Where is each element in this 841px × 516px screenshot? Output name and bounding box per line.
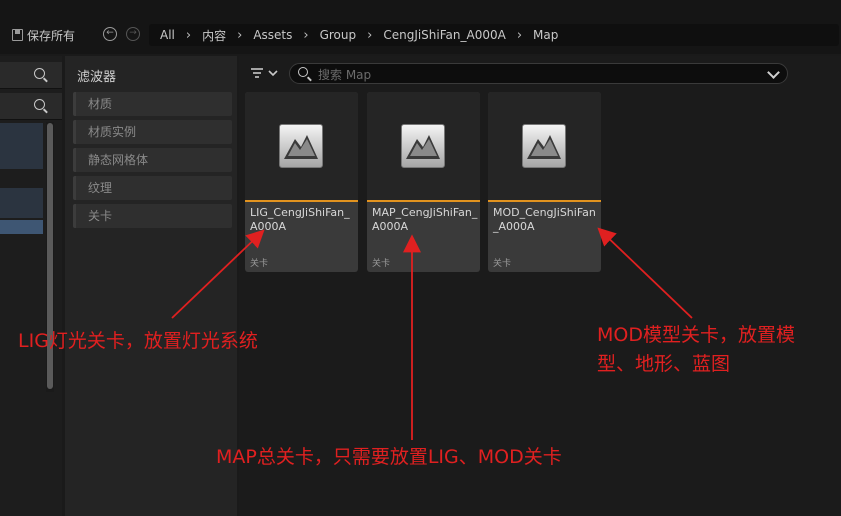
annotation-mod-line1: MOD模型关卡，放置模 bbox=[597, 324, 795, 346]
annotation-mod-line2: 型、地形、蓝图 bbox=[597, 353, 731, 375]
annotation-lig: LIG灯光关卡，放置灯光系统 bbox=[18, 330, 258, 352]
annotation-arrows bbox=[171, 227, 693, 440]
annotation-map: MAP总关卡，只需要放置LIG、MOD关卡 bbox=[216, 446, 562, 468]
annotation-arrow-lig bbox=[171, 229, 265, 319]
annotation-arrow-mod bbox=[597, 227, 693, 319]
